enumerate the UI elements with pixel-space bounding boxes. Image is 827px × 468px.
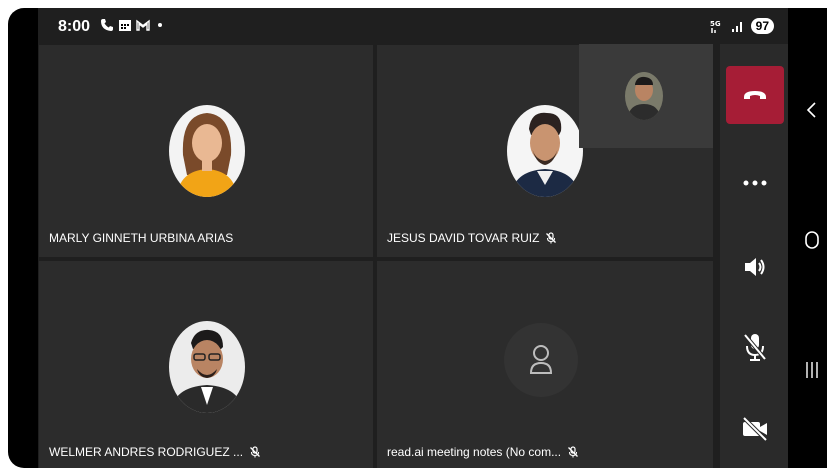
battery-level: 97	[750, 18, 774, 34]
home-circle-icon[interactable]	[802, 230, 822, 250]
participant-name-row: read.ai meeting notes (No com...	[387, 445, 579, 459]
muted-mic-icon	[546, 232, 557, 244]
system-nav-bar	[788, 8, 827, 468]
participant-name: read.ai meeting notes (No com...	[387, 445, 562, 459]
person-icon	[529, 345, 553, 374]
recents-icon[interactable]	[802, 360, 822, 380]
video-off-icon	[742, 416, 768, 442]
participant-name-row: WELMER ANDRES RODRIGUEZ ...	[49, 445, 261, 459]
status-time: 8:00	[58, 18, 91, 35]
svg-text:5G: 5G	[710, 20, 721, 28]
phone-frame: 8:00 5G 97 MARLY GINNETH URBINA ARIAS JE…	[8, 8, 827, 468]
participant-name-row: MARLY GINNETH URBINA ARIAS	[49, 231, 233, 245]
participant-name-row: JESUS DAVID TOVAR RUIZ	[387, 231, 557, 245]
phone-icon	[101, 19, 113, 31]
hang-up-button[interactable]	[726, 66, 784, 124]
muted-mic-icon	[568, 446, 579, 458]
notification-dot	[158, 23, 162, 27]
5g-signal-icon: 5G	[710, 20, 721, 33]
mic-off-icon	[743, 333, 767, 361]
speaker-button[interactable]	[726, 238, 784, 296]
muted-mic-icon	[250, 446, 260, 458]
self-view-avatar	[625, 72, 663, 120]
participant-name: WELMER ANDRES RODRIGUEZ ...	[49, 445, 244, 459]
status-right-icons: 5G 97	[709, 18, 774, 34]
back-chevron-icon[interactable]	[802, 100, 822, 120]
self-view-tile[interactable]	[579, 44, 713, 148]
speaker-icon	[745, 258, 765, 276]
more-options-button[interactable]	[726, 154, 784, 212]
status-bar: 8:00 5G 97	[38, 8, 788, 44]
calendar-icon	[119, 20, 131, 31]
participant-name: JESUS DAVID TOVAR RUIZ	[387, 231, 540, 245]
teams-call-screen: 8:00 5G 97 MARLY GINNETH URBINA ARIAS JE…	[38, 8, 788, 468]
signal-bars-icon	[731, 22, 742, 32]
participant-avatar	[169, 105, 245, 197]
call-controls	[720, 44, 788, 468]
participant-tile[interactable]: WELMER ANDRES RODRIGUEZ ...	[39, 261, 373, 468]
camera-toggle-button[interactable]	[726, 400, 784, 458]
participant-name: MARLY GINNETH URBINA ARIAS	[49, 231, 234, 245]
hang-up-icon	[744, 91, 766, 99]
participant-tile[interactable]: MARLY GINNETH URBINA ARIAS	[39, 45, 373, 257]
status-left-icons	[100, 18, 162, 32]
mic-toggle-button[interactable]	[726, 318, 784, 376]
gmail-icon	[136, 19, 150, 31]
more-options-icon	[743, 180, 767, 186]
participant-placeholder-avatar	[504, 323, 578, 397]
participant-tile[interactable]: read.ai meeting notes (No com...	[377, 261, 713, 468]
participant-avatar	[169, 321, 245, 413]
participant-avatar	[507, 105, 583, 197]
